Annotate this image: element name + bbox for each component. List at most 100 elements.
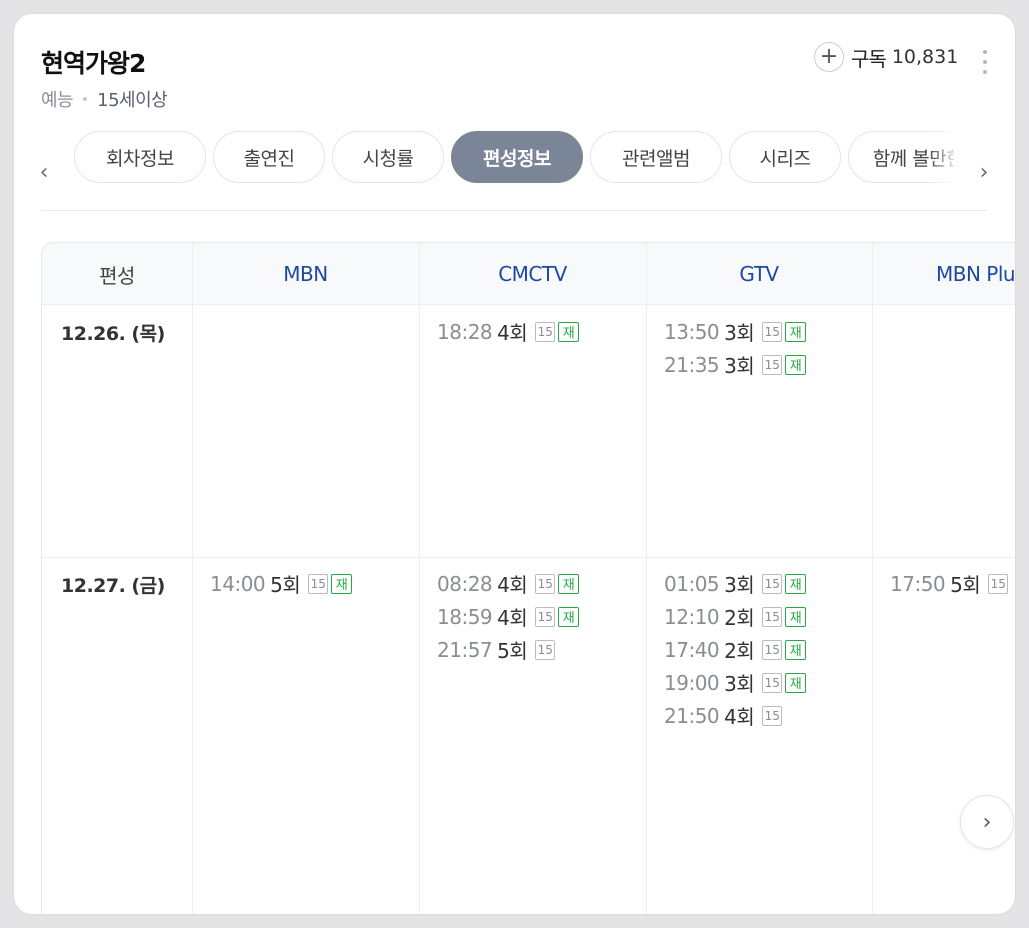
tab-prev-icon[interactable]: ‹ [32,160,56,185]
air-time: 13:50 [664,319,720,344]
rerun-badge: 재 [785,639,807,660]
program-title[interactable]: 현역가왕2 [41,44,146,80]
schedule-entry[interactable]: 12:10 2회 15 재 [664,600,807,633]
air-time: 21:57 [437,637,493,662]
channel-header[interactable]: GTV [646,243,872,305]
episode-number: 5회 [270,573,301,597]
schedule-entry[interactable]: 18:28 4회 15 재 [437,315,580,348]
rerun-badge: 재 [785,354,807,375]
episode-number: 2회 [724,639,755,663]
rerun-badge: 재 [785,606,807,627]
rerun-badge: 재 [785,573,807,594]
schedule-entry[interactable]: 21:35 3회 15 재 [664,348,807,381]
tab-2[interactable]: 시청률 [332,131,444,183]
tab-5[interactable]: 시리즈 [729,131,841,183]
rerun-badge: 재 [558,606,580,627]
column-divider [646,243,647,914]
channel-header[interactable]: CMCTV [419,243,646,305]
episode-number: 4회 [497,606,528,630]
rerun-badge: 재 [558,321,580,342]
tab-next-icon[interactable]: › [972,160,996,185]
tab-1[interactable]: 출연진 [213,131,325,183]
schedule-table: 편성MBNCMCTVGTVMBN Plus12.26. (목)18:284회15… [41,242,1015,914]
age-15-badge: 15 [762,606,783,627]
schedule-entry[interactable]: 19:00 3회 15 재 [664,666,807,699]
rerun-badge: 재 [785,321,807,342]
tab-list: 회차정보출연진시청률편성정보관련앨범시리즈함께 볼만한 [74,131,954,187]
rerun-badge: 재 [331,573,353,594]
episode-number: 5회 [950,573,981,597]
rerun-badge: 재 [558,573,580,594]
episode-number: 4회 [497,321,528,345]
rerun-badge: 재 [785,672,807,693]
subscribe-button[interactable]: + 구독 10,831 [814,42,958,72]
age-15-badge: 15 [762,705,783,726]
divider [41,210,987,211]
episode-number: 3회 [724,672,755,696]
age-15-badge: 15 [988,573,1009,594]
air-time: 12:10 [664,604,720,629]
schedule-entry[interactable]: 21:50 4회 15 [664,699,806,732]
age-15-badge: 15 [762,321,783,342]
column-divider [192,243,193,914]
schedule-scroll-next-icon[interactable]: › [960,795,1014,849]
subscriber-count: 10,831 [891,46,959,68]
channel-header[interactable]: MBN Plus [872,243,1015,305]
episode-number: 5회 [497,639,528,663]
schedule-entry[interactable]: 13:50 3회 15 재 [664,315,807,348]
date-label: 12.26. (목) [61,323,165,345]
schedule-entry[interactable]: 17:50 5회 15 [890,567,1009,600]
schedule-cell: 18:28 4회 15 재 [437,315,580,348]
air-time: 19:00 [664,670,720,695]
age-15-badge: 15 [762,354,783,375]
schedule-entry[interactable]: 18:59 4회 15 재 [437,600,580,633]
genre-label: 예능 [41,90,74,111]
episode-number: 3회 [724,354,755,378]
column-divider [419,243,420,914]
air-time: 18:59 [437,604,493,629]
episode-number: 2회 [724,606,755,630]
tab-4[interactable]: 관련앨범 [590,131,722,183]
air-time: 17:40 [664,637,720,662]
date-label: 12.27. (금) [61,575,165,597]
air-time: 21:50 [664,703,720,728]
schedule-cell: 17:50 5회 15 [890,567,1009,600]
schedule-header-label: 편성 [99,263,135,288]
tab-bar: ‹ 회차정보출연진시청률편성정보관련앨범시리즈함께 볼만한 › [14,122,1015,212]
episode-number: 3회 [724,573,755,597]
separator-dot [83,97,88,101]
schedule-cell: 08:28 4회 15 재 18:59 4회 15 재 21:57 5회 15 [437,567,580,666]
program-meta: 예능 15세이상 [41,86,168,112]
plus-icon: + [814,42,844,72]
tab-0[interactable]: 회차정보 [74,131,206,183]
air-time: 21:35 [664,352,720,377]
channel-header[interactable]: MBN [192,243,419,305]
schedule-entry[interactable]: 14:00 5회 15 재 [210,567,353,600]
air-time: 01:05 [664,571,720,596]
tab-3[interactable]: 편성정보 [451,131,583,183]
age-15-badge: 15 [535,573,556,594]
schedule-cell: 01:05 3회 15 재 12:10 2회 15 재 17:40 2회 15 재 19:00 3회 15 재… [664,567,807,732]
column-divider [872,243,873,914]
episode-number: 4회 [724,705,755,729]
episode-number: 3회 [724,321,755,345]
episode-number: 4회 [497,573,528,597]
age-15-badge: 15 [535,321,556,342]
schedule-entry[interactable]: 21:57 5회 15 [437,633,579,666]
more-options-icon[interactable] [978,50,992,74]
age-15-badge: 15 [762,639,783,660]
air-time: 08:28 [437,571,493,596]
tab-fade [929,131,959,187]
age-15-badge: 15 [762,573,783,594]
schedule-entry[interactable]: 17:40 2회 15 재 [664,633,807,666]
subscribe-label: 구독 [851,46,887,71]
schedule-entry[interactable]: 01:05 3회 15 재 [664,567,807,600]
air-time: 18:28 [437,319,493,344]
age-15-badge: 15 [535,606,556,627]
air-time: 14:00 [210,571,266,596]
age-rating-label: 15세이상 [97,90,168,111]
age-15-badge: 15 [308,573,329,594]
schedule-cell: 13:50 3회 15 재 21:35 3회 15 재 [664,315,807,381]
schedule-entry[interactable]: 08:28 4회 15 재 [437,567,580,600]
age-15-badge: 15 [535,639,556,660]
